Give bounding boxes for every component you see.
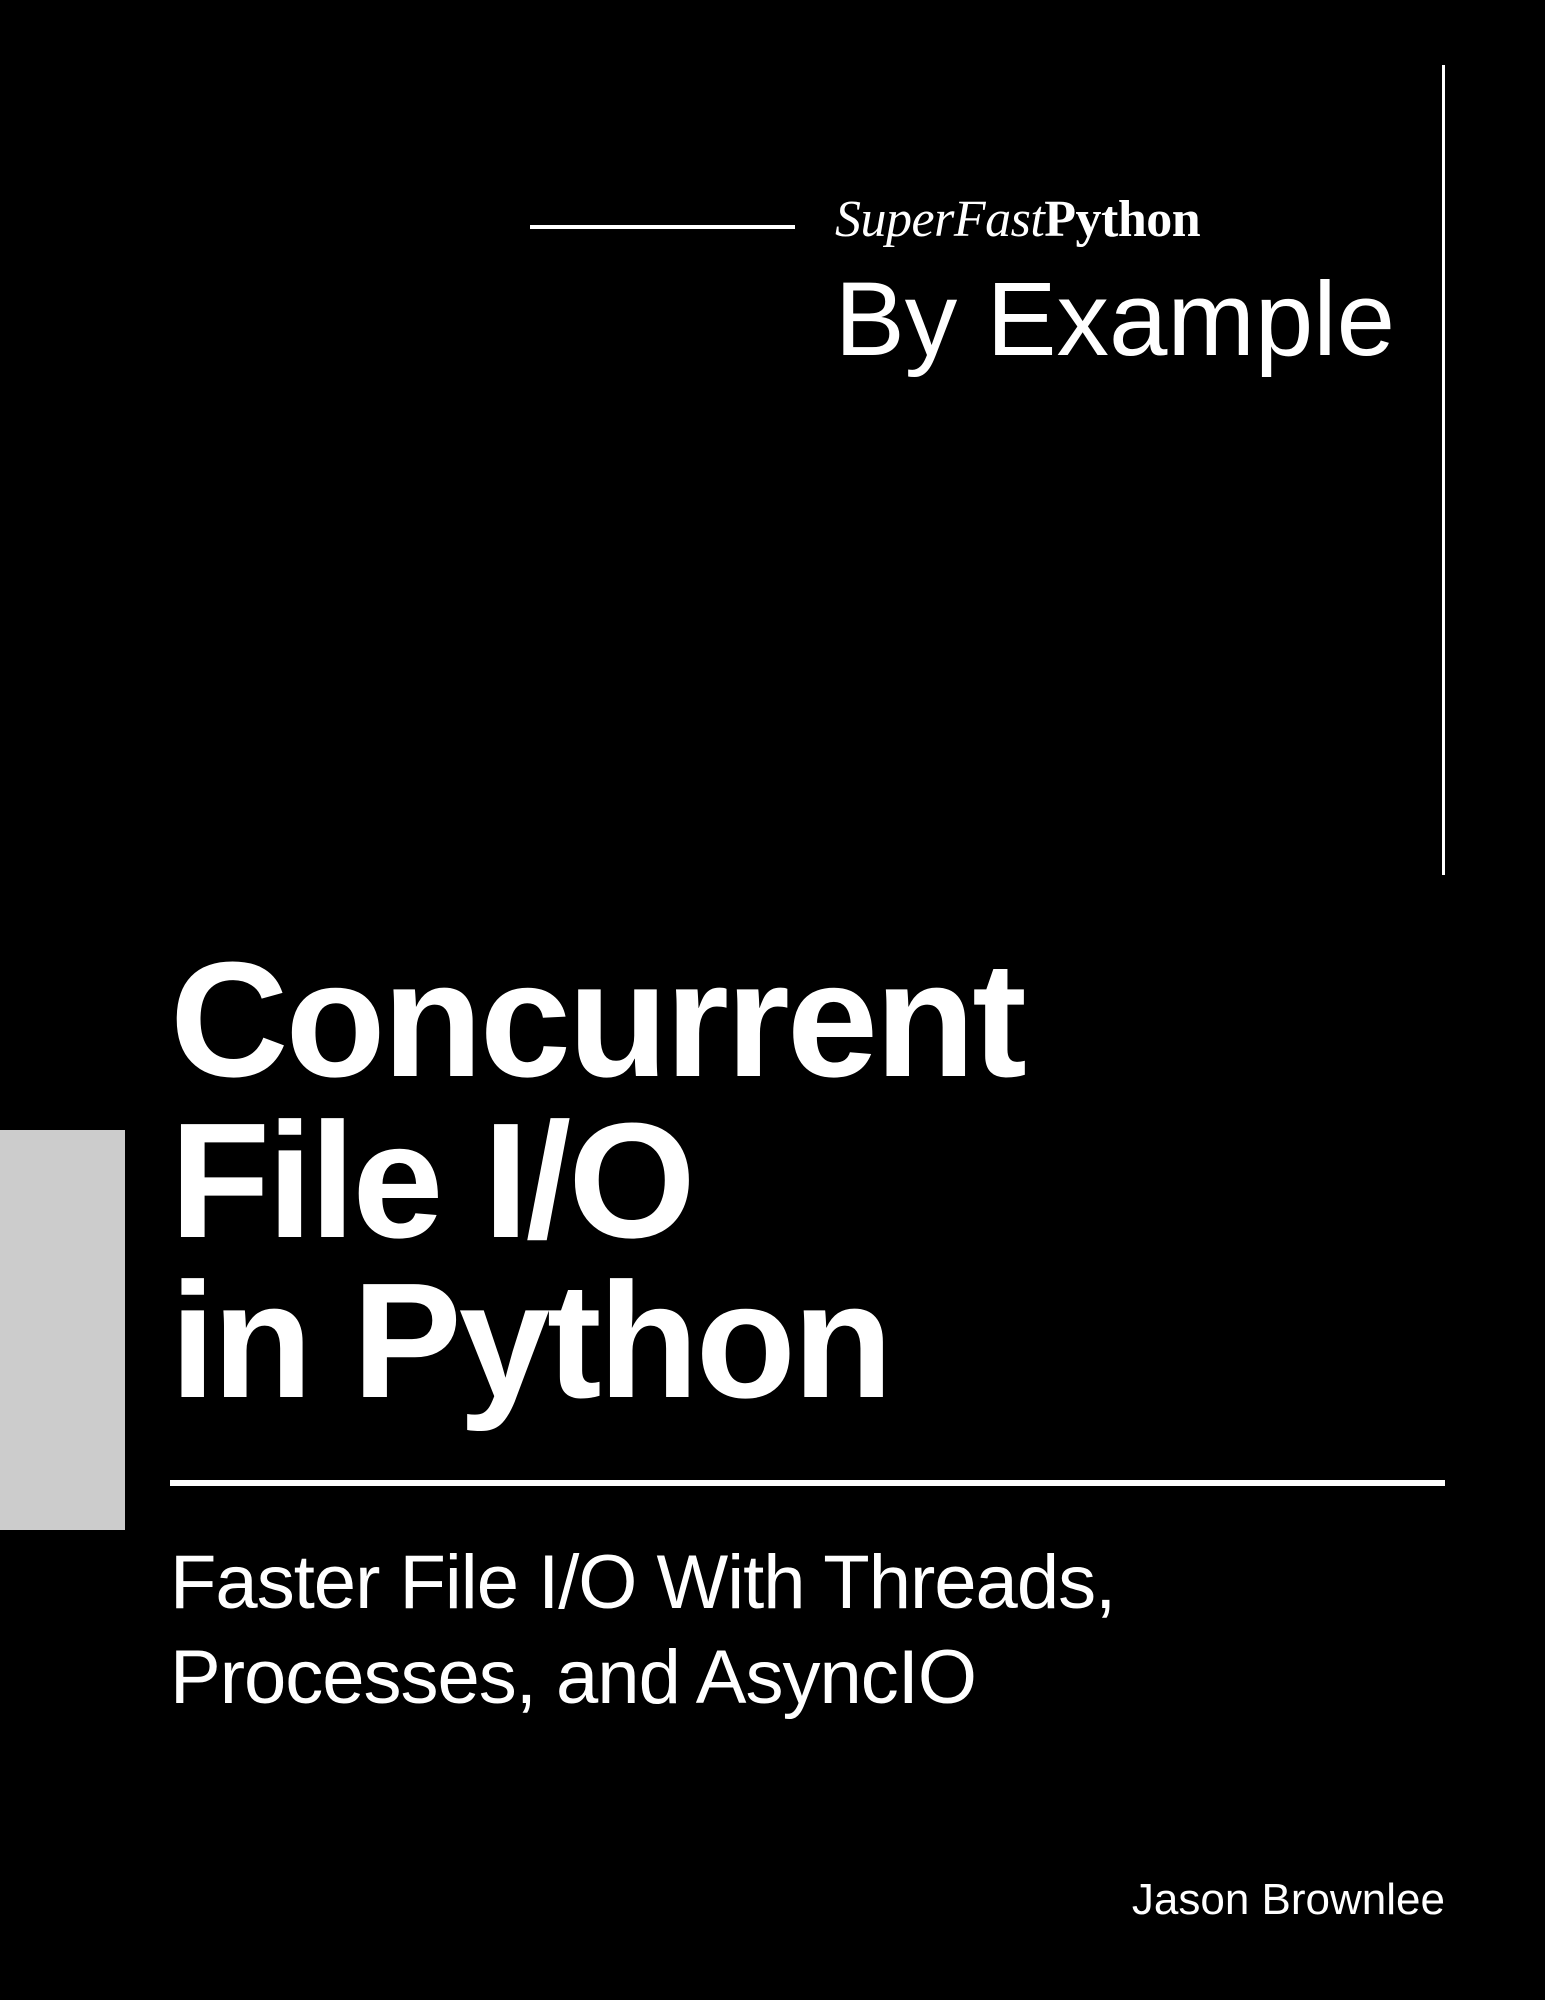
- brand-bold-part: Python: [1044, 191, 1200, 248]
- series-label: By Example: [835, 260, 1395, 380]
- horizontal-rule-top: [530, 225, 795, 229]
- decorative-gray-block: [0, 1130, 125, 1530]
- horizontal-rule-bottom: [170, 1480, 1445, 1486]
- author-name: Jason Brownlee: [1132, 1875, 1445, 1925]
- brand-italic-part: SuperFast: [835, 191, 1044, 248]
- brand-label: SuperFastPython: [835, 190, 1200, 249]
- title-line-3: in Python: [170, 1261, 1024, 1422]
- vertical-rule: [1442, 65, 1445, 875]
- title-line-1: Concurrent: [170, 940, 1024, 1101]
- title-line-2: File I/O: [170, 1101, 1024, 1262]
- book-subtitle: Faster File I/O With Threads, Processes,…: [170, 1535, 1445, 1725]
- book-title: Concurrent File I/O in Python: [170, 940, 1024, 1422]
